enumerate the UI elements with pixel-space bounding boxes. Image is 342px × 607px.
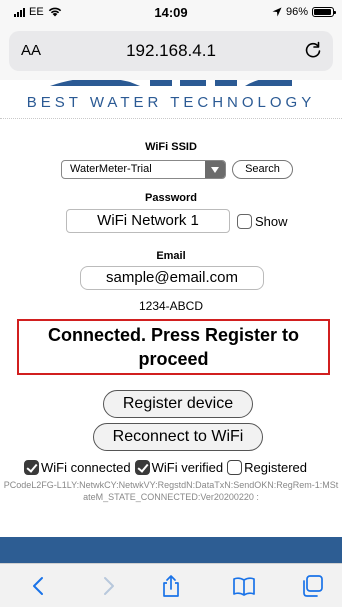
bookmarks-icon[interactable] [232,574,256,598]
ssid-selected-value: WaterMeter-Trial [70,163,152,175]
bwt-logo-graphic [50,80,292,86]
wifi-connected-label: WiFi connected [41,460,131,475]
wifi-verified-label: WiFi verified [151,460,224,475]
battery-percent: 96% [285,6,308,18]
ssid-select[interactable]: WaterMeter-Trial [61,160,226,179]
logo-tagline: BEST WATER TECHNOLOGY [26,94,316,111]
email-input[interactable]: sample@email.com [80,266,264,290]
register-device-button[interactable]: Register device [103,390,253,418]
logo-banner: BEST WATER TECHNOLOGY [0,80,342,118]
divider [0,118,342,119]
show-password-checkbox[interactable] [237,214,252,229]
status-message: Connected. Press Register to proceed [17,319,330,375]
share-icon[interactable] [159,574,183,598]
dropdown-arrow-icon[interactable] [205,161,225,178]
forward-icon[interactable] [96,574,120,598]
debug-state-text: PCodeL2FG-L1LY:NetwkCY:NetwkVY:RegstdN:D… [3,480,339,502]
registered-checkbox[interactable] [227,460,243,475]
password-input[interactable]: WiFi Network 1 [66,209,230,233]
email-label: Email [156,250,186,262]
connection-status-row: WiFi connected WiFi verified Registered [24,459,334,476]
browser-address-area: AA 192.168.4.1 [0,24,342,80]
back-icon[interactable] [27,574,51,598]
page-footer-band [0,537,342,563]
safari-toolbar [0,563,342,607]
password-label: Password [145,192,197,204]
registered-label: Registered [244,460,307,475]
search-button[interactable]: Search [232,160,293,179]
battery-fill [314,9,332,15]
device-code: 1234-ABCD [138,299,204,313]
wifi-verified-checkbox[interactable] [134,460,150,475]
tabs-icon[interactable] [300,574,324,598]
ios-status-bar: EE 14:09 96% [0,0,342,24]
url-text[interactable]: 192.168.4.1 [9,41,333,61]
ssid-label: WiFi SSID [145,141,197,153]
battery-icon [312,7,336,17]
wifi-connected-checkbox[interactable] [24,460,39,475]
address-bar[interactable]: AA 192.168.4.1 [9,31,333,71]
reload-icon[interactable] [303,40,323,60]
status-right: 96% [272,6,336,18]
location-arrow-icon [272,7,282,17]
show-password-label[interactable]: Show [255,214,288,229]
reconnect-wifi-button[interactable]: Reconnect to WiFi [93,423,263,451]
